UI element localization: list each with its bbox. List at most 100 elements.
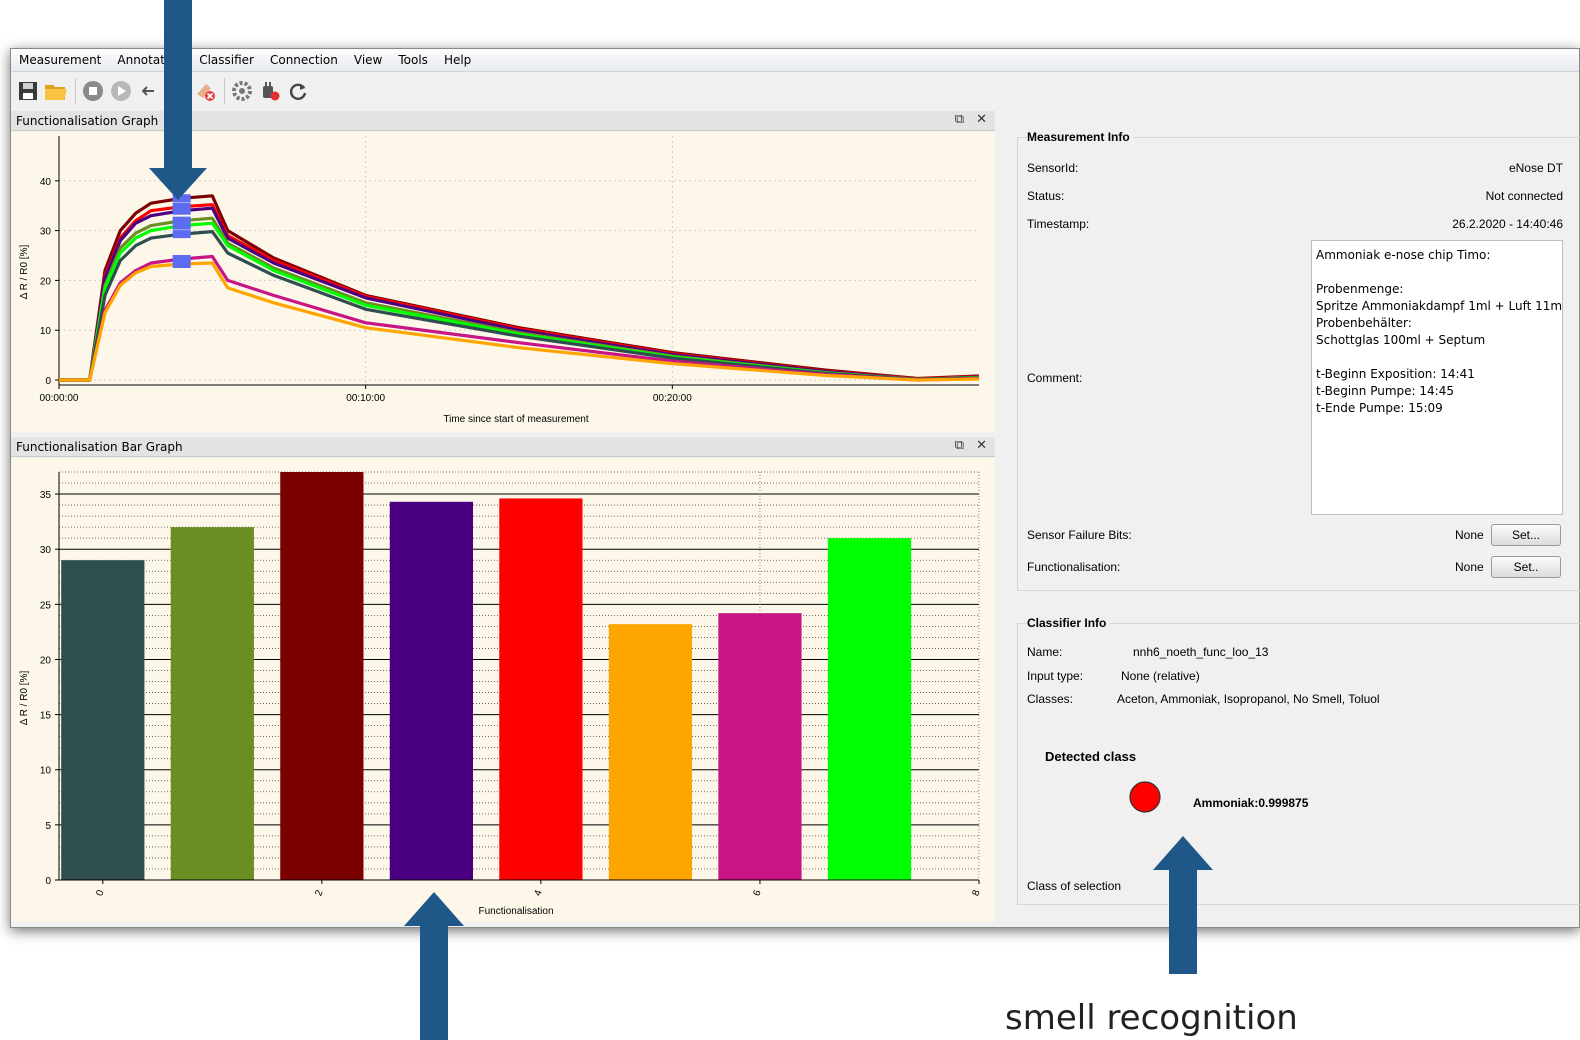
x-tick-label: 8 [971, 888, 983, 897]
classes-label: Classes: [1027, 692, 1074, 706]
bar-4 [499, 498, 583, 880]
y-tick-label: 35 [40, 490, 52, 501]
series-line-4 [59, 221, 980, 382]
bar-1 [170, 527, 254, 880]
toolbar-separator [75, 78, 76, 104]
x-tick-label: 4 [532, 888, 544, 897]
x-axis-label: Time since start of measurement [443, 414, 588, 425]
y-tick-label: 10 [40, 326, 52, 337]
menu-connection[interactable]: Connection [262, 53, 346, 67]
y-tick-label: 20 [40, 276, 52, 287]
measurement-info-title: Measurement Info [1027, 130, 1134, 144]
functionalisation-value: None [1455, 560, 1484, 574]
x-axis-label: Functionalisation [478, 906, 553, 917]
toolbar-separator [224, 78, 225, 104]
x-tick-label: 00:10:00 [346, 393, 385, 404]
bar-3 [389, 501, 473, 880]
selection-marker [172, 221, 191, 230]
detected-class-value: Ammoniak:0.999875 [1193, 796, 1309, 810]
bar-graph-area[interactable]: Δ R / R0 [%] Functionalisation 35 30 25 20 1… [11, 458, 995, 922]
bar-2 [280, 472, 364, 880]
y-tick-label: 15 [40, 711, 52, 722]
comment-label: Comment: [1027, 371, 1083, 385]
y-tick-label: 25 [40, 600, 52, 611]
menu-bar: Measurement Annotation Classifier Connec… [11, 49, 1579, 72]
close-icon[interactable]: ✕ [976, 112, 987, 127]
sensor-id-label: SensorId: [1027, 161, 1079, 175]
graph-dock-title[interactable]: Functionalisation Graph ⧉ ✕ [11, 111, 995, 131]
menu-measurement[interactable]: Measurement [11, 53, 109, 67]
x-tick-label: 6 [751, 888, 763, 897]
class-of-selection-label: Class of selection [1027, 879, 1122, 893]
comment-textarea[interactable]: Ammoniak e-nose chip Timo: Probenmenge: … [1311, 240, 1563, 515]
input-type-value: None (relative) [1121, 669, 1200, 683]
classifier-name-label: Name: [1027, 645, 1063, 659]
x-tick-label: 00:00:00 [40, 393, 79, 404]
bar-dock-title-text: Functionalisation Bar Graph [16, 439, 183, 454]
x-tick-label: 0 [94, 888, 106, 897]
play-icon[interactable] [108, 78, 134, 104]
selection-marker [172, 194, 191, 203]
set-failure-bits-button[interactable]: Set... [1491, 524, 1561, 546]
line-graph-area[interactable]: Δ R / R0 [%] Time since start of measure… [11, 132, 995, 432]
line-graph: Δ R / R0 [%] Time since start of measure… [19, 136, 980, 425]
app-window: Measurement Annotation Classifier Connec… [10, 48, 1580, 928]
detected-class-indicator [1129, 781, 1161, 813]
y-tick-label: 30 [40, 227, 52, 238]
series-line-3 [59, 216, 980, 382]
menu-view[interactable]: View [346, 53, 390, 67]
y-tick-label: 30 [40, 545, 52, 556]
graph-dock-title-text: Functionalisation Graph [16, 113, 159, 128]
sensor-failure-value: None [1455, 528, 1484, 542]
series-line-5 [59, 230, 980, 382]
functionalisation-label: Functionalisation: [1027, 560, 1121, 574]
set-functionalisation-button[interactable]: Set.. [1491, 556, 1561, 578]
classes-value: Aceton, Ammoniak, Isopropanol, No Smell,… [1117, 692, 1380, 706]
classifier-name-value: nnh6_noeth_func_loo_13 [1133, 645, 1269, 659]
x-tick-label: 00:20:00 [653, 393, 692, 404]
y-tick-label: 40 [40, 177, 52, 188]
float-icon[interactable]: ⧉ [955, 438, 964, 453]
classifier-info-group [1017, 623, 1580, 905]
bar-6 [718, 613, 802, 880]
y-tick-label: 5 [45, 821, 51, 832]
open-folder-icon[interactable] [43, 78, 69, 104]
bar-7 [827, 538, 912, 880]
bar-dock-title[interactable]: Functionalisation Bar Graph ⧉ ✕ [11, 437, 995, 457]
y-tick-label: 10 [40, 766, 52, 777]
selection-marker [172, 230, 191, 239]
y-axis-label: Δ R / R0 [%] [19, 245, 30, 300]
remove-annotation-icon[interactable] [192, 78, 218, 104]
float-icon[interactable]: ⧉ [955, 112, 964, 127]
stop-icon[interactable] [80, 78, 106, 104]
timestamp-value: 26.2.2020 - 14:40:46 [1452, 217, 1563, 231]
sensor-id-value: eNose DT [1508, 161, 1563, 175]
back-arrow-icon[interactable] [136, 78, 162, 104]
settings-gear-icon[interactable] [229, 78, 255, 104]
status-label: Status: [1027, 189, 1065, 203]
series-line-6 [59, 254, 980, 382]
y-axis-label: Δ R / R0 [%] [19, 671, 30, 726]
toolbar [11, 72, 1579, 110]
status-value: Not connected [1485, 189, 1563, 203]
selection-marker [172, 259, 191, 268]
close-icon[interactable]: ✕ [976, 438, 987, 453]
detected-class-title: Detected class [1045, 749, 1137, 764]
caption-text: smell recognition [1005, 998, 1298, 1038]
save-icon[interactable] [15, 78, 41, 104]
refresh-icon[interactable] [285, 78, 311, 104]
bar-5 [608, 624, 693, 880]
menu-classifier[interactable]: Classifier [191, 53, 262, 67]
disconnect-plug-icon[interactable] [257, 78, 283, 104]
menu-help[interactable]: Help [436, 53, 479, 67]
timestamp-label: Timestamp: [1027, 217, 1090, 231]
menu-tools[interactable]: Tools [390, 53, 436, 67]
menu-annotation[interactable]: Annotation [109, 53, 191, 67]
y-tick-label: 0 [45, 876, 51, 887]
x-tick-label: 2 [313, 888, 325, 897]
bar-graph: Δ R / R0 [%] Functionalisation 353025201… [19, 471, 983, 917]
annotate-icon[interactable] [164, 78, 190, 104]
sensor-failure-label: Sensor Failure Bits: [1027, 528, 1132, 542]
y-tick-label: 0 [45, 376, 51, 387]
selection-marker [172, 206, 191, 215]
